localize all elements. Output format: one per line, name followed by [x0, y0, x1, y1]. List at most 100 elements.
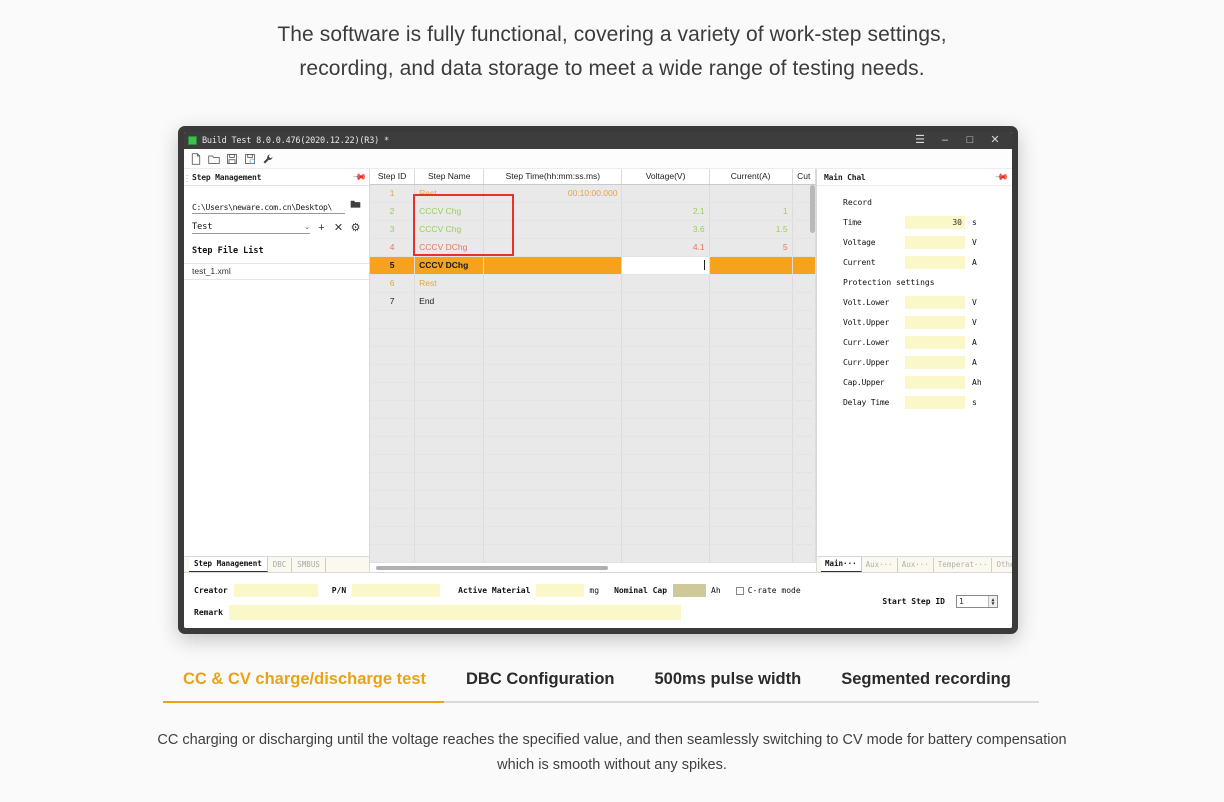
cell-empty[interactable]	[415, 310, 484, 328]
cell-empty[interactable]	[622, 328, 709, 346]
column-header-4[interactable]: Current(A)	[709, 169, 792, 184]
cell-step-time[interactable]	[484, 274, 622, 292]
minimize-icon[interactable]: –	[940, 135, 950, 146]
settings-gear-icon[interactable]: ⚙	[350, 223, 361, 234]
feature-tab-3[interactable]: Segmented recording	[821, 670, 1031, 701]
add-button[interactable]: +	[316, 223, 327, 234]
cell-empty[interactable]	[792, 418, 815, 436]
cell-step-name[interactable]: Rest	[415, 274, 484, 292]
table-row[interactable]	[370, 544, 816, 562]
cell-current[interactable]	[709, 292, 792, 310]
cell-empty[interactable]	[709, 454, 792, 472]
cell-empty[interactable]	[484, 544, 622, 562]
cell-empty[interactable]	[709, 400, 792, 418]
table-row[interactable]: 3CCCV Chg3.61.5	[370, 220, 816, 238]
cell-step-name[interactable]: End	[415, 292, 484, 310]
table-row[interactable]: 6Rest	[370, 274, 816, 292]
cell-empty[interactable]	[484, 310, 622, 328]
right-tab-4[interactable]: Other	[992, 558, 1012, 572]
cell-empty[interactable]	[709, 418, 792, 436]
cell-empty[interactable]	[709, 508, 792, 526]
cell-empty[interactable]	[484, 490, 622, 508]
cell-empty[interactable]	[484, 400, 622, 418]
cell-empty[interactable]	[792, 436, 815, 454]
cell-empty[interactable]	[415, 508, 484, 526]
cell-empty[interactable]	[484, 328, 622, 346]
new-file-icon[interactable]	[190, 153, 202, 165]
cell-empty[interactable]	[709, 544, 792, 562]
cell-empty[interactable]	[622, 508, 709, 526]
cell-step-time[interactable]	[484, 220, 622, 238]
cell-empty[interactable]	[370, 526, 415, 544]
vertical-scrollbar[interactable]	[810, 185, 815, 233]
feature-tab-0[interactable]: CC & CV charge/discharge test	[163, 670, 446, 701]
cell-voltage[interactable]	[622, 292, 709, 310]
cell-empty[interactable]	[484, 382, 622, 400]
close-icon[interactable]: ✕	[990, 135, 1000, 146]
table-row[interactable]	[370, 382, 816, 400]
maximize-icon[interactable]: □	[965, 135, 975, 146]
menu-icon[interactable]: ☰	[915, 135, 925, 146]
cell-empty[interactable]	[792, 310, 815, 328]
cell-step-id[interactable]: 2	[370, 202, 415, 220]
cell-empty[interactable]	[792, 508, 815, 526]
cell-empty[interactable]	[370, 508, 415, 526]
cell-empty[interactable]	[415, 544, 484, 562]
table-row[interactable]	[370, 454, 816, 472]
save-as-icon[interactable]	[244, 153, 256, 165]
cell-step-id[interactable]: 5	[370, 256, 415, 274]
table-row[interactable]	[370, 346, 816, 364]
column-header-5[interactable]: Cut	[792, 169, 815, 184]
cell-step-time[interactable]	[484, 292, 622, 310]
cell-empty[interactable]	[622, 472, 709, 490]
remark-field[interactable]	[229, 605, 681, 620]
save-icon[interactable]	[226, 153, 238, 165]
cell-step-id[interactable]: 3	[370, 220, 415, 238]
table-row[interactable]	[370, 364, 816, 382]
path-input[interactable]: C:\Users\neware.com.cn\Desktop\	[192, 203, 345, 214]
creator-field[interactable]	[234, 584, 318, 597]
cell-empty[interactable]	[709, 310, 792, 328]
folder-icon[interactable]	[350, 196, 361, 214]
field-input-0[interactable]: 30	[905, 216, 965, 229]
cell-empty[interactable]	[415, 400, 484, 418]
cell-empty[interactable]	[484, 436, 622, 454]
cell-empty[interactable]	[415, 418, 484, 436]
column-header-2[interactable]: Step Time(hh:mm:ss.ms)	[484, 169, 622, 184]
cell-empty[interactable]	[622, 454, 709, 472]
table-row[interactable]	[370, 472, 816, 490]
cell-voltage[interactable]	[622, 256, 709, 274]
cell-empty[interactable]	[370, 346, 415, 364]
cell-empty[interactable]	[370, 400, 415, 418]
cell-empty[interactable]	[415, 454, 484, 472]
table-row[interactable]: 5CCCV DChg	[370, 256, 816, 274]
drag-grip-icon[interactable]	[186, 174, 188, 182]
field-input-8[interactable]	[905, 396, 965, 409]
field-input-1[interactable]	[905, 236, 965, 249]
pin-icon[interactable]: 📌	[352, 169, 368, 185]
cell-empty[interactable]	[484, 346, 622, 364]
cell-step-id[interactable]: 6	[370, 274, 415, 292]
cell-empty[interactable]	[709, 472, 792, 490]
table-row[interactable]: 7End	[370, 292, 816, 310]
cell-empty[interactable]	[792, 364, 815, 382]
cell-voltage[interactable]: 3.6	[622, 220, 709, 238]
cell-empty[interactable]	[484, 364, 622, 382]
cell-empty[interactable]	[484, 526, 622, 544]
left-tab-0[interactable]: Step Management	[189, 557, 268, 572]
feature-tab-1[interactable]: DBC Configuration	[446, 670, 634, 701]
cell-empty[interactable]	[370, 544, 415, 562]
cell-current[interactable]	[709, 184, 792, 202]
cell-voltage[interactable]: 2.1	[622, 202, 709, 220]
cell-empty[interactable]	[709, 364, 792, 382]
cell-step-id[interactable]: 1	[370, 184, 415, 202]
open-folder-icon[interactable]	[208, 153, 220, 165]
cell-empty[interactable]	[792, 526, 815, 544]
table-row[interactable]	[370, 436, 816, 454]
table-row[interactable]	[370, 400, 816, 418]
table-row[interactable]	[370, 418, 816, 436]
crate-mode-checkbox[interactable]	[736, 587, 744, 595]
cell-empty[interactable]	[792, 490, 815, 508]
cell-empty[interactable]	[622, 490, 709, 508]
right-tab-2[interactable]: Aux···	[898, 558, 934, 572]
